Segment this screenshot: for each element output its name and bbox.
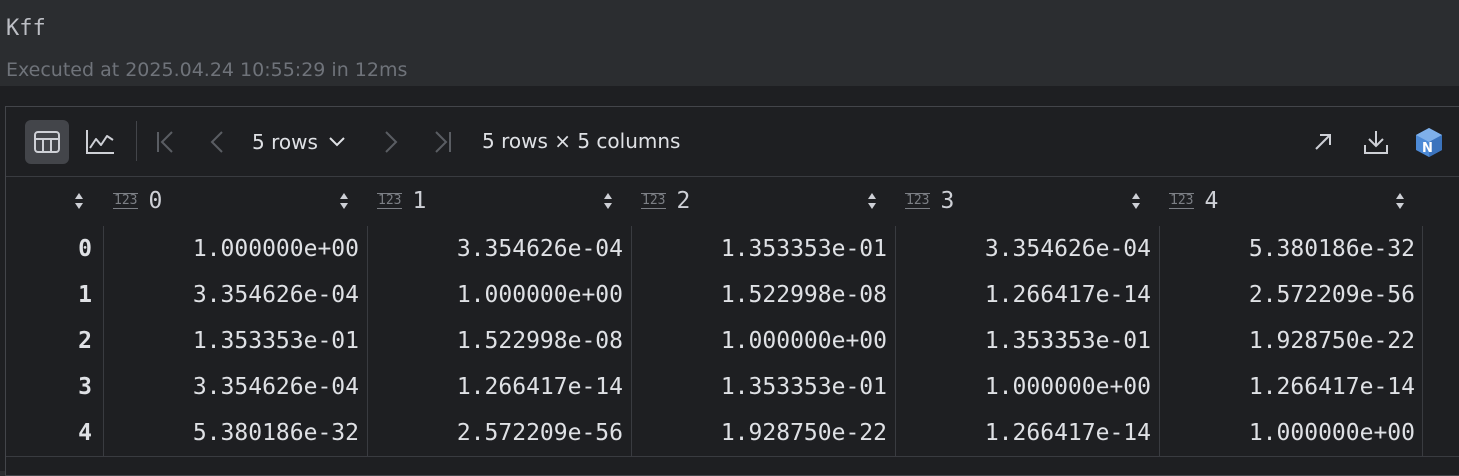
table-cell[interactable]: 1.266417e-14 xyxy=(887,410,1151,456)
first-page-button[interactable] xyxy=(151,127,181,157)
numeric-type-icon: 123 xyxy=(641,193,667,209)
numpy-icon: N xyxy=(1416,128,1442,157)
table-cell[interactable]: 1.928750e-22 xyxy=(623,410,887,456)
table-view-button[interactable] xyxy=(25,120,69,164)
column-header-1[interactable]: 123 1 xyxy=(377,176,621,226)
numeric-type-icon: 123 xyxy=(113,193,139,209)
data-table: 123 0 123 1 123 2 123 3 123 4 0 1.000000e+00 3.3546… xyxy=(6,176,1459,471)
prev-page-button[interactable] xyxy=(202,127,232,157)
table-cell[interactable]: 1.000000e+00 xyxy=(359,272,623,318)
open-in-new-button[interactable] xyxy=(1308,127,1338,157)
table-cell[interactable]: 3.354626e-04 xyxy=(95,272,359,318)
download-icon xyxy=(1364,131,1388,154)
table-cell[interactable]: 1.928750e-22 xyxy=(1151,318,1415,364)
table-cell[interactable]: 2.572209e-56 xyxy=(1151,272,1415,318)
table-cell[interactable]: 1.522998e-08 xyxy=(623,272,887,318)
table-row[interactable]: 3 3.354626e-04 1.266417e-14 1.353353e-01 1.0… xyxy=(6,364,1459,410)
index-header[interactable] xyxy=(66,176,96,226)
chevron-down-icon xyxy=(329,137,345,147)
table-row[interactable]: 2 1.353353e-01 1.522998e-08 1.000000e+00 1.3… xyxy=(6,318,1459,364)
next-page-button[interactable] xyxy=(376,127,406,157)
svg-text:N: N xyxy=(1422,141,1433,156)
last-page-icon xyxy=(435,131,451,153)
rows-per-page-select[interactable]: 5 rows xyxy=(252,127,362,157)
numeric-type-icon: 123 xyxy=(905,193,931,209)
toolbar-separator xyxy=(136,121,137,161)
table-cell[interactable]: 3.354626e-04 xyxy=(887,226,1151,272)
sort-icon[interactable] xyxy=(603,192,613,210)
row-index: 4 xyxy=(78,420,92,446)
table-cell[interactable]: 3.354626e-04 xyxy=(359,226,623,272)
table-cell[interactable]: 1.000000e+00 xyxy=(1151,410,1415,456)
table-summary: 5 rows × 5 columns xyxy=(482,129,681,153)
table-cell[interactable]: 1.353353e-01 xyxy=(623,364,887,410)
table-view-icon xyxy=(34,131,60,153)
column-name: 4 xyxy=(1204,188,1219,214)
last-page-button[interactable] xyxy=(427,127,457,157)
table-cell[interactable]: 1.353353e-01 xyxy=(887,318,1151,364)
column-header-0[interactable]: 123 0 xyxy=(113,176,357,226)
execution-info: Executed at 2025.04.24 10:55:29 in 12ms xyxy=(6,59,408,81)
table-cell[interactable]: 1.266417e-14 xyxy=(887,272,1151,318)
chart-view-button[interactable] xyxy=(78,120,122,164)
sort-icon[interactable] xyxy=(1395,192,1405,210)
prev-page-icon xyxy=(210,131,223,153)
row-index: 2 xyxy=(78,328,92,354)
table-cell[interactable]: 5.380186e-32 xyxy=(1151,226,1415,272)
column-name: 0 xyxy=(148,188,163,214)
cell-title: Kff xyxy=(6,16,46,41)
row-index: 3 xyxy=(78,374,92,400)
table-cell[interactable]: 1.353353e-01 xyxy=(623,226,887,272)
next-page-icon xyxy=(385,131,398,153)
table-cell[interactable]: 5.380186e-32 xyxy=(95,410,359,456)
download-button[interactable] xyxy=(1360,126,1392,158)
cell-header: Kff Executed at 2025.04.24 10:55:29 in 1… xyxy=(0,0,1459,86)
table-cell[interactable]: 1.000000e+00 xyxy=(95,226,359,272)
column-name: 1 xyxy=(412,188,427,214)
numeric-type-icon: 123 xyxy=(1169,193,1195,209)
numpy-button[interactable]: N xyxy=(1411,124,1447,160)
numeric-type-icon: 123 xyxy=(377,193,403,209)
rows-per-page-label: 5 rows xyxy=(252,130,318,154)
first-page-icon xyxy=(157,131,173,153)
table-row[interactable]: 1 3.354626e-04 1.000000e+00 1.522998e-08 1.2… xyxy=(6,272,1459,318)
sort-icon[interactable] xyxy=(1131,192,1141,210)
table-cell[interactable]: 3.354626e-04 xyxy=(95,364,359,410)
table-cell[interactable]: 1.522998e-08 xyxy=(359,318,623,364)
table-cell[interactable]: 1.353353e-01 xyxy=(95,318,359,364)
row-index: 1 xyxy=(78,282,92,308)
table-cell[interactable]: 1.266417e-14 xyxy=(359,364,623,410)
table-row[interactable]: 4 5.380186e-32 2.572209e-56 1.928750e-22 1.2… xyxy=(6,410,1459,456)
table-row[interactable]: 0 1.000000e+00 3.354626e-04 1.353353e-01 3.3… xyxy=(6,226,1459,272)
sort-icon[interactable] xyxy=(867,192,877,210)
table-cell[interactable]: 2.572209e-56 xyxy=(359,410,623,456)
row-index: 0 xyxy=(78,236,92,262)
table-cell[interactable]: 1.000000e+00 xyxy=(887,364,1151,410)
divider xyxy=(6,456,1459,457)
column-name: 3 xyxy=(940,188,955,214)
column-header-4[interactable]: 123 4 xyxy=(1169,176,1413,226)
table-cell[interactable]: 1.000000e+00 xyxy=(623,318,887,364)
dataframe-toolbar: 5 rows 5 rows × 5 columns N xyxy=(6,107,1459,177)
chart-view-icon xyxy=(86,130,114,154)
open-in-new-icon xyxy=(1315,134,1331,150)
sort-icon[interactable] xyxy=(339,192,349,210)
column-name: 2 xyxy=(676,188,691,214)
column-header-2[interactable]: 123 2 xyxy=(641,176,885,226)
sort-icon xyxy=(75,193,83,209)
column-header-3[interactable]: 123 3 xyxy=(905,176,1149,226)
table-cell[interactable]: 1.266417e-14 xyxy=(1151,364,1415,410)
